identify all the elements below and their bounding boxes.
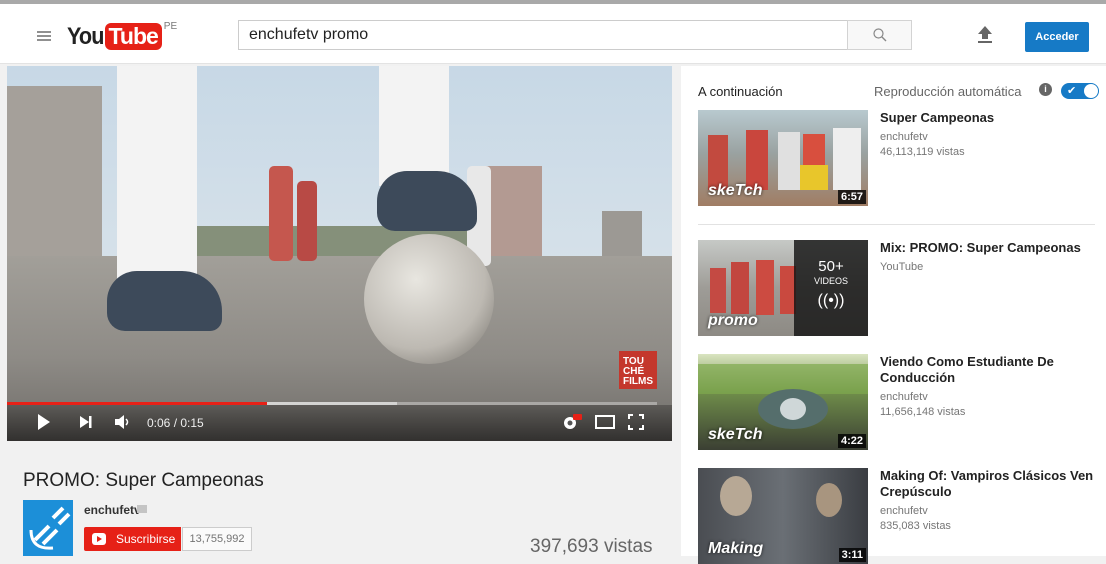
autoplay-label: Reproducción automática bbox=[874, 84, 1022, 99]
logo-country-code: PE bbox=[163, 21, 178, 32]
video-watermark: TOU CHÉ FILMS bbox=[619, 351, 657, 389]
toggle-knob bbox=[1084, 84, 1098, 98]
mix-video-count: 50+ bbox=[818, 258, 844, 275]
related-video-views: 46,113,119 vistas bbox=[880, 146, 965, 158]
video-frame-player bbox=[297, 181, 317, 261]
next-video-icon[interactable] bbox=[79, 415, 93, 429]
settings-gear-icon[interactable] bbox=[561, 412, 583, 432]
search-input[interactable]: enchufetv promo bbox=[238, 20, 847, 50]
video-duration: 3:11 bbox=[838, 548, 866, 562]
progress-played bbox=[7, 402, 267, 405]
video-frame-shoe bbox=[377, 171, 477, 231]
video-duration: 6:57 bbox=[837, 190, 866, 204]
thumbnail-tag: promo bbox=[708, 312, 758, 329]
volume-icon[interactable] bbox=[114, 414, 132, 430]
related-video-views: 11,656,148 vistas bbox=[880, 406, 966, 418]
mix-videos-label: VIDEOS bbox=[813, 276, 848, 286]
related-video-channel: enchufetv bbox=[880, 391, 928, 403]
video-thumbnail[interactable]: skeTch 4:22 bbox=[698, 354, 868, 450]
video-thumbnail[interactable]: Making 3:11 bbox=[698, 468, 868, 564]
related-video-item[interactable]: skeTch 6:57 Super Campeonas enchufetv 46… bbox=[698, 110, 1098, 206]
video-frame-ball bbox=[364, 234, 494, 364]
related-video-title[interactable]: Making Of: Vampiros Clásicos Ven Crepúsc… bbox=[880, 468, 1095, 500]
mix-overlay: 50+ VIDEOS ((•)) bbox=[794, 240, 868, 336]
sidebar-divider bbox=[698, 224, 1095, 225]
mix-broadcast-icon: ((•)) bbox=[817, 292, 845, 309]
up-next-label: A continuación bbox=[698, 84, 783, 99]
thumbnail-tag: Making bbox=[708, 540, 764, 557]
video-frame-leg bbox=[379, 66, 449, 186]
youtube-play-icon bbox=[92, 533, 106, 545]
thumbnail-tag: skeTch bbox=[708, 426, 763, 443]
channel-name[interactable]: enchufetv bbox=[84, 503, 141, 517]
subscribe-button[interactable]: Suscribirse bbox=[84, 527, 181, 551]
theater-mode-icon[interactable] bbox=[595, 415, 615, 429]
related-video-channel: enchufetv bbox=[880, 131, 928, 143]
progress-bar[interactable] bbox=[7, 402, 657, 405]
search-icon bbox=[873, 28, 887, 42]
view-count: 397,693 vistas bbox=[530, 536, 653, 557]
verified-badge-icon bbox=[137, 505, 147, 513]
related-video-item[interactable]: Making 3:11 Making Of: Vampiros Clásicos… bbox=[698, 468, 1098, 564]
video-frame-leg bbox=[117, 66, 197, 281]
video-duration: 4:22 bbox=[837, 434, 866, 448]
guide-menu-icon[interactable] bbox=[37, 31, 51, 41]
related-video-item[interactable]: skeTch 4:22 Viendo Como Estudiante De Co… bbox=[698, 354, 1098, 450]
video-frame-building bbox=[482, 166, 542, 256]
video-frame-building bbox=[602, 211, 642, 256]
video-title: PROMO: Super Campeonas bbox=[23, 470, 264, 491]
youtube-logo[interactable]: You Tube PE bbox=[67, 21, 178, 53]
channel-avatar[interactable] bbox=[23, 500, 73, 556]
subscribe-label: Suscribirse bbox=[116, 532, 176, 546]
search-button[interactable] bbox=[847, 20, 912, 50]
channel-logo-icon bbox=[29, 506, 71, 550]
player-controls-bar: 0:06 / 0:15 bbox=[7, 405, 672, 441]
related-video-title[interactable]: Super Campeonas bbox=[880, 110, 1095, 126]
video-frame-player bbox=[269, 166, 293, 261]
thumbnail-tag: skeTch bbox=[708, 182, 763, 199]
related-video-channel: enchufetv bbox=[880, 505, 928, 517]
info-icon[interactable]: i bbox=[1039, 83, 1052, 96]
fullscreen-icon[interactable] bbox=[628, 414, 644, 430]
video-frame-shoe bbox=[107, 271, 222, 331]
play-icon[interactable] bbox=[37, 413, 51, 431]
related-video-title[interactable]: Mix: PROMO: Super Campeonas bbox=[880, 240, 1095, 256]
subscriber-count: 13,755,992 bbox=[182, 527, 252, 551]
sign-in-button[interactable]: Acceder bbox=[1025, 22, 1089, 52]
video-frame-building bbox=[7, 86, 102, 256]
related-video-title[interactable]: Viendo Como Estudiante De Conducción bbox=[880, 354, 1095, 386]
related-video-views: 835,083 vistas bbox=[880, 520, 951, 532]
autoplay-toggle[interactable]: ✔ bbox=[1061, 83, 1099, 99]
related-mix-item[interactable]: promo 50+ VIDEOS ((•)) Mix: PROMO: Super… bbox=[698, 240, 1098, 336]
related-video-channel: YouTube bbox=[880, 261, 924, 273]
logo-tube-text: Tube bbox=[104, 23, 162, 50]
video-player[interactable]: TOU CHÉ FILMS bbox=[7, 66, 672, 441]
upload-icon[interactable] bbox=[977, 25, 993, 45]
check-icon: ✔ bbox=[1067, 85, 1077, 97]
time-display: 0:06 / 0:15 bbox=[147, 416, 204, 430]
mix-thumbnail[interactable]: promo 50+ VIDEOS ((•)) bbox=[698, 240, 868, 336]
video-thumbnail[interactable]: skeTch 6:57 bbox=[698, 110, 868, 206]
logo-you-text: You bbox=[67, 23, 104, 50]
